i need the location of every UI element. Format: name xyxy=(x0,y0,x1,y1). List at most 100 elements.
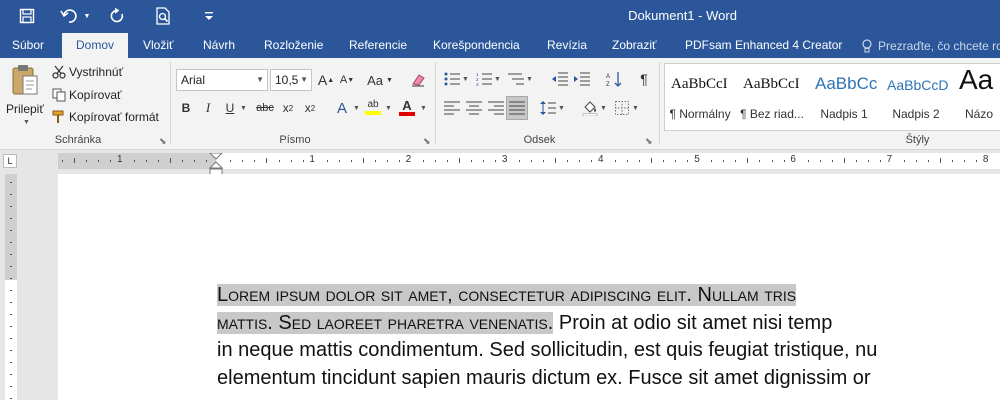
align-right-button[interactable] xyxy=(486,98,506,118)
document-page[interactable]: Lorem ipsum dolor sit amet, consectetur … xyxy=(58,174,1000,400)
borders-dropdown-icon[interactable]: ▼ xyxy=(632,105,639,112)
tab-file[interactable]: Súbor xyxy=(12,33,44,58)
copy-button[interactable]: Kopírovať xyxy=(52,87,132,105)
clipboard-dialog-launcher-icon[interactable]: ⬊ xyxy=(159,136,167,147)
grow-font-button[interactable]: A ▲ xyxy=(316,70,336,90)
numbering-button[interactable]: 123 xyxy=(474,69,494,89)
undo-dropdown-icon[interactable]: ▼ xyxy=(82,4,92,28)
group-divider xyxy=(435,62,436,144)
style-heading-1[interactable]: AaBbCc Nadpis 1 xyxy=(809,64,879,130)
document-body[interactable]: Lorem ipsum dolor sit amet, consectetur … xyxy=(217,282,1000,392)
style-normal[interactable]: AaBbCcI ¶ Normálny xyxy=(665,64,735,130)
ruler-top-margin xyxy=(5,174,17,280)
ruler-tick xyxy=(158,160,160,162)
shrink-font-button[interactable]: A ▼ xyxy=(337,70,357,90)
clear-formatting-button[interactable] xyxy=(408,70,428,90)
ruler-tick xyxy=(266,158,268,163)
bold-button[interactable]: B xyxy=(176,98,196,118)
font-dialog-launcher-icon[interactable]: ⬊ xyxy=(423,136,431,147)
horizontal-ruler[interactable]: 1 1 2 3 4 5 6 7 8 xyxy=(58,153,1000,175)
highlight-button[interactable]: ab xyxy=(362,96,384,118)
ruler-tick xyxy=(831,160,833,162)
tab-home[interactable]: Domov xyxy=(62,33,128,58)
align-left-button[interactable] xyxy=(442,98,462,118)
paste-button[interactable]: Prilepiť ▼ xyxy=(6,62,44,126)
tab-pdfsam[interactable]: PDFsam Enhanced 4 Creator xyxy=(685,33,842,58)
font-name-dropdown-icon: ▼ xyxy=(256,75,264,84)
ruler-tick xyxy=(10,266,12,267)
subscript-button[interactable]: x2 xyxy=(278,98,298,118)
shading-dropdown-icon[interactable]: ▼ xyxy=(600,105,607,112)
indent-markers-icon[interactable] xyxy=(209,153,223,175)
font-color-button[interactable]: A xyxy=(396,96,418,118)
highlight-dropdown-icon[interactable]: ▼ xyxy=(385,105,392,112)
tab-review[interactable]: Revízia xyxy=(547,33,587,58)
ruler-tick xyxy=(915,160,917,162)
ruler-tick xyxy=(338,160,340,162)
shading-button[interactable] xyxy=(580,98,600,118)
ruler-tick xyxy=(326,160,328,162)
tab-insert[interactable]: Vložiť xyxy=(143,33,174,58)
ruler-tick xyxy=(10,278,12,279)
font-size-combo[interactable]: 10,5 ▼ xyxy=(270,69,312,91)
style-heading-2[interactable]: AaBbCcD Nadpis 2 xyxy=(881,64,951,130)
font-color-dropdown-icon[interactable]: ▼ xyxy=(420,105,427,112)
font-color-swatch xyxy=(399,111,415,116)
tab-references[interactable]: Referencie xyxy=(349,33,407,58)
svg-text:A: A xyxy=(606,74,610,80)
align-center-button[interactable] xyxy=(464,98,484,118)
print-preview-icon[interactable] xyxy=(152,4,174,28)
title-bar: ▼ Dokument1 - Word xyxy=(0,0,1000,33)
font-group-label: Písmo xyxy=(279,134,311,146)
font-name-combo[interactable]: Arial ▼ xyxy=(176,69,268,91)
grow-font-icon: A xyxy=(317,72,328,88)
ruler-tick xyxy=(10,350,12,351)
sort-button[interactable]: AZ xyxy=(604,69,624,89)
show-formatting-button[interactable]: ¶ xyxy=(634,69,654,89)
increase-indent-button[interactable] xyxy=(572,69,592,89)
text-effects-button[interactable]: A xyxy=(332,98,352,118)
justify-button[interactable] xyxy=(506,96,528,120)
change-case-button[interactable]: Aa ▼ xyxy=(366,70,394,90)
style-no-spacing[interactable]: AaBbCcI ¶ Bez riad... xyxy=(737,64,807,130)
line-spacing-button[interactable] xyxy=(538,98,558,118)
format-painter-button[interactable]: Kopírovať formát xyxy=(52,109,167,127)
multilevel-list-dropdown-icon[interactable]: ▼ xyxy=(526,76,533,83)
save-icon[interactable] xyxy=(16,4,38,28)
ruler-left-margin xyxy=(58,153,216,169)
style-title[interactable]: Aa Názo xyxy=(953,64,1000,130)
text-effects-dropdown-icon[interactable]: ▼ xyxy=(353,105,360,112)
borders-button[interactable] xyxy=(612,98,632,118)
line-spacing-dropdown-icon[interactable]: ▼ xyxy=(558,105,565,112)
redo-icon[interactable] xyxy=(106,4,128,28)
ruler-tick xyxy=(807,160,809,162)
customize-qat-icon[interactable] xyxy=(202,4,216,28)
undo-icon[interactable] xyxy=(58,4,80,28)
paragraph-dialog-launcher-icon[interactable]: ⬊ xyxy=(645,136,653,147)
underline-dropdown-icon[interactable]: ▼ xyxy=(240,105,247,112)
tab-mailings[interactable]: Korešpondencia xyxy=(433,33,520,58)
underline-button[interactable]: U xyxy=(220,98,240,118)
ruler-number: 1 xyxy=(309,154,315,165)
tell-me-box[interactable]: Prezraďte, čo chcete ro xyxy=(862,33,1000,58)
strikethrough-button[interactable]: abc xyxy=(254,98,276,118)
ruler-tick xyxy=(182,160,184,162)
bullets-button[interactable] xyxy=(442,69,462,89)
tab-layout[interactable]: Rozloženie xyxy=(264,33,323,58)
numbering-dropdown-icon[interactable]: ▼ xyxy=(494,76,501,83)
italic-button[interactable]: I xyxy=(198,98,218,118)
tab-selector-icon[interactable]: L xyxy=(3,154,17,168)
bullets-dropdown-icon[interactable]: ▼ xyxy=(462,76,469,83)
cut-label: Vystrihnúť xyxy=(69,65,124,79)
multilevel-list-button[interactable] xyxy=(506,69,526,89)
ruler-number: 7 xyxy=(886,154,893,165)
ruler-tick xyxy=(903,160,905,162)
vertical-ruler[interactable] xyxy=(5,174,17,400)
decrease-indent-button[interactable] xyxy=(550,69,570,89)
cut-button[interactable]: Vystrihnúť xyxy=(52,64,132,82)
superscript-button[interactable]: x2 xyxy=(300,98,320,118)
tab-design[interactable]: Návrh xyxy=(203,33,235,58)
font-color-icon: A xyxy=(402,97,412,113)
tab-view[interactable]: Zobraziť xyxy=(612,33,657,58)
sort-icon: AZ xyxy=(606,72,622,87)
